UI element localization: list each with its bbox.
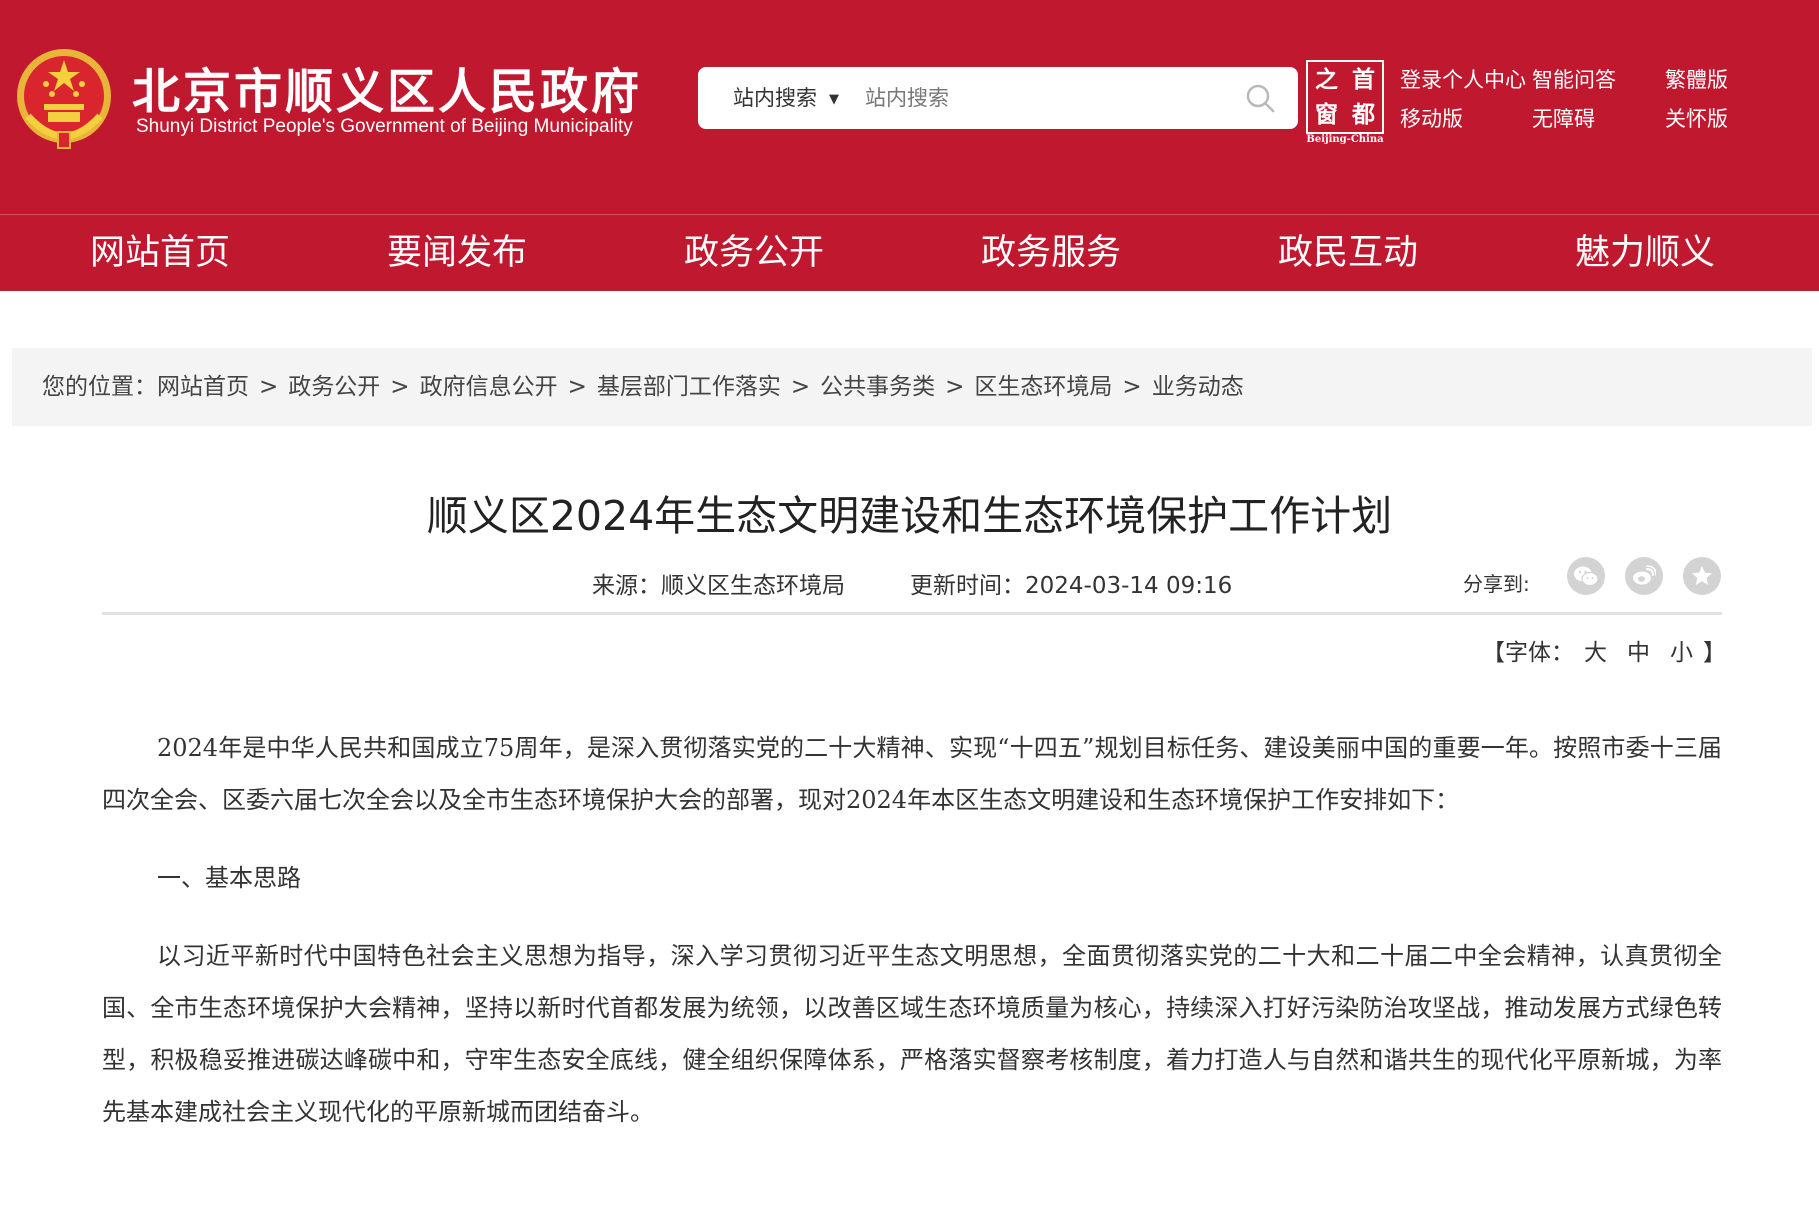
article-divider: [102, 612, 1722, 615]
breadcrumb-item[interactable]: 网站首页: [157, 374, 249, 400]
main-nav: 网站首页 要闻发布 政务公开 政务服务 政民互动 魅力顺义: [0, 214, 1819, 291]
source-label: 来源：: [592, 573, 661, 599]
section-heading: 一、基本思路: [157, 864, 301, 892]
mobile-version-link[interactable]: 移动版: [1400, 103, 1463, 133]
breadcrumb-separator: >: [259, 374, 279, 400]
national-emblem-icon: [17, 49, 111, 149]
nav-item-gov-services[interactable]: 政务服务: [951, 215, 1151, 291]
breadcrumb-item[interactable]: 基层部门工作落实: [597, 374, 781, 400]
site-title[interactable]: 北京市顺义区人民政府: [132, 52, 642, 122]
care-version-link[interactable]: 关怀版: [1665, 103, 1728, 133]
breadcrumb-separator: >: [790, 374, 811, 400]
wechat-icon: [1574, 566, 1599, 587]
nav-item-interaction[interactable]: 政民互动: [1248, 215, 1448, 291]
logo-caption: Beijing-China: [1306, 134, 1384, 145]
font-size-close: 】: [1703, 640, 1726, 666]
breadcrumb-separator: >: [945, 374, 965, 400]
favorite-icon: [1692, 566, 1712, 585]
breadcrumb-item[interactable]: 业务动态: [1152, 374, 1244, 400]
breadcrumb-separator: >: [567, 374, 587, 400]
login-link[interactable]: 登录个人中心: [1400, 64, 1526, 94]
smart-qa-link[interactable]: 智能问答: [1532, 64, 1616, 94]
logo-char: 之: [1315, 66, 1338, 93]
weibo-icon: [1633, 565, 1656, 585]
search-box: 站内搜索 ▼: [698, 67, 1298, 129]
caret-down-icon: ▼: [829, 92, 839, 107]
search-scope-label: 站内搜索: [733, 86, 817, 110]
search-input[interactable]: [865, 80, 1235, 116]
section-paragraph: 以习近平新时代中国特色社会主义思想为指导，深入学习贯彻习近平生态文明思想，全面贯…: [102, 942, 1722, 1126]
logo-char: 窗: [1315, 101, 1338, 128]
source-value: 顺义区生态环境局: [661, 573, 845, 599]
font-size-control: 【字体： 大中小】: [1482, 633, 1726, 667]
updated-label: 更新时间：: [910, 573, 1025, 599]
site-subtitle: Shunyi District People's Government of B…: [136, 116, 633, 137]
site-header: 北京市顺义区人民政府 Shunyi District People's Gove…: [0, 0, 1819, 214]
capital-window-logo[interactable]: 之 首 窗 都 Beijing-China: [1306, 60, 1384, 146]
traditional-chinese-link[interactable]: 繁體版: [1665, 64, 1728, 94]
breadcrumb-separator: >: [390, 374, 410, 400]
accessibility-link[interactable]: 无障碍: [1532, 103, 1595, 133]
breadcrumb-item[interactable]: 政府信息公开: [420, 374, 558, 400]
intro-paragraph: 2024年是中华人民共和国成立75周年，是深入贯彻落实党的二十大精神、实现“十四…: [102, 734, 1722, 814]
logo-char: 首: [1352, 66, 1375, 93]
breadcrumb-prefix: 您的位置：: [42, 374, 157, 400]
search-scope-dropdown[interactable]: 站内搜索 ▼: [733, 67, 839, 129]
nav-item-home[interactable]: 网站首页: [60, 215, 260, 291]
breadcrumb-separator: >: [1122, 374, 1142, 400]
share-label: 分享到:: [1463, 572, 1530, 596]
favorite-share-button[interactable]: [1683, 557, 1721, 595]
article-title: 顺义区2024年生态文明建设和生态环境保护工作计划: [426, 492, 1393, 540]
article-body: 2024年是中华人民共和国成立75周年，是深入贯彻落实党的二十大精神、实现“十四…: [102, 722, 1722, 1138]
font-size-open: 【字体：: [1482, 640, 1574, 666]
updated-value: 2024-03-14 09:16: [1025, 573, 1233, 599]
nav-item-charm-shunyi[interactable]: 魅力顺义: [1545, 215, 1745, 291]
article-source: 来源：顺义区生态环境局: [592, 566, 845, 600]
article-updated: 更新时间：2024-03-14 09:16: [910, 566, 1232, 600]
font-size-small-button[interactable]: 小: [1670, 640, 1693, 666]
font-size-medium-button[interactable]: 中: [1627, 640, 1650, 666]
nav-item-gov-affairs[interactable]: 政务公开: [654, 215, 854, 291]
breadcrumb-item[interactable]: 政务公开: [288, 374, 380, 400]
weibo-share-button[interactable]: [1625, 557, 1663, 595]
wechat-share-button[interactable]: [1567, 557, 1605, 595]
breadcrumb: 您的位置：网站首页 > 政务公开 > 政府信息公开 > 基层部门工作落实 > 公共事务类 > 区生态…: [12, 348, 1812, 426]
breadcrumb-item[interactable]: 区生态环境局: [974, 374, 1112, 400]
breadcrumb-item[interactable]: 公共事务类: [820, 374, 935, 400]
nav-item-news[interactable]: 要闻发布: [357, 215, 557, 291]
font-size-large-button[interactable]: 大: [1584, 640, 1607, 666]
search-icon[interactable]: [1244, 82, 1276, 114]
logo-char: 都: [1352, 101, 1375, 128]
